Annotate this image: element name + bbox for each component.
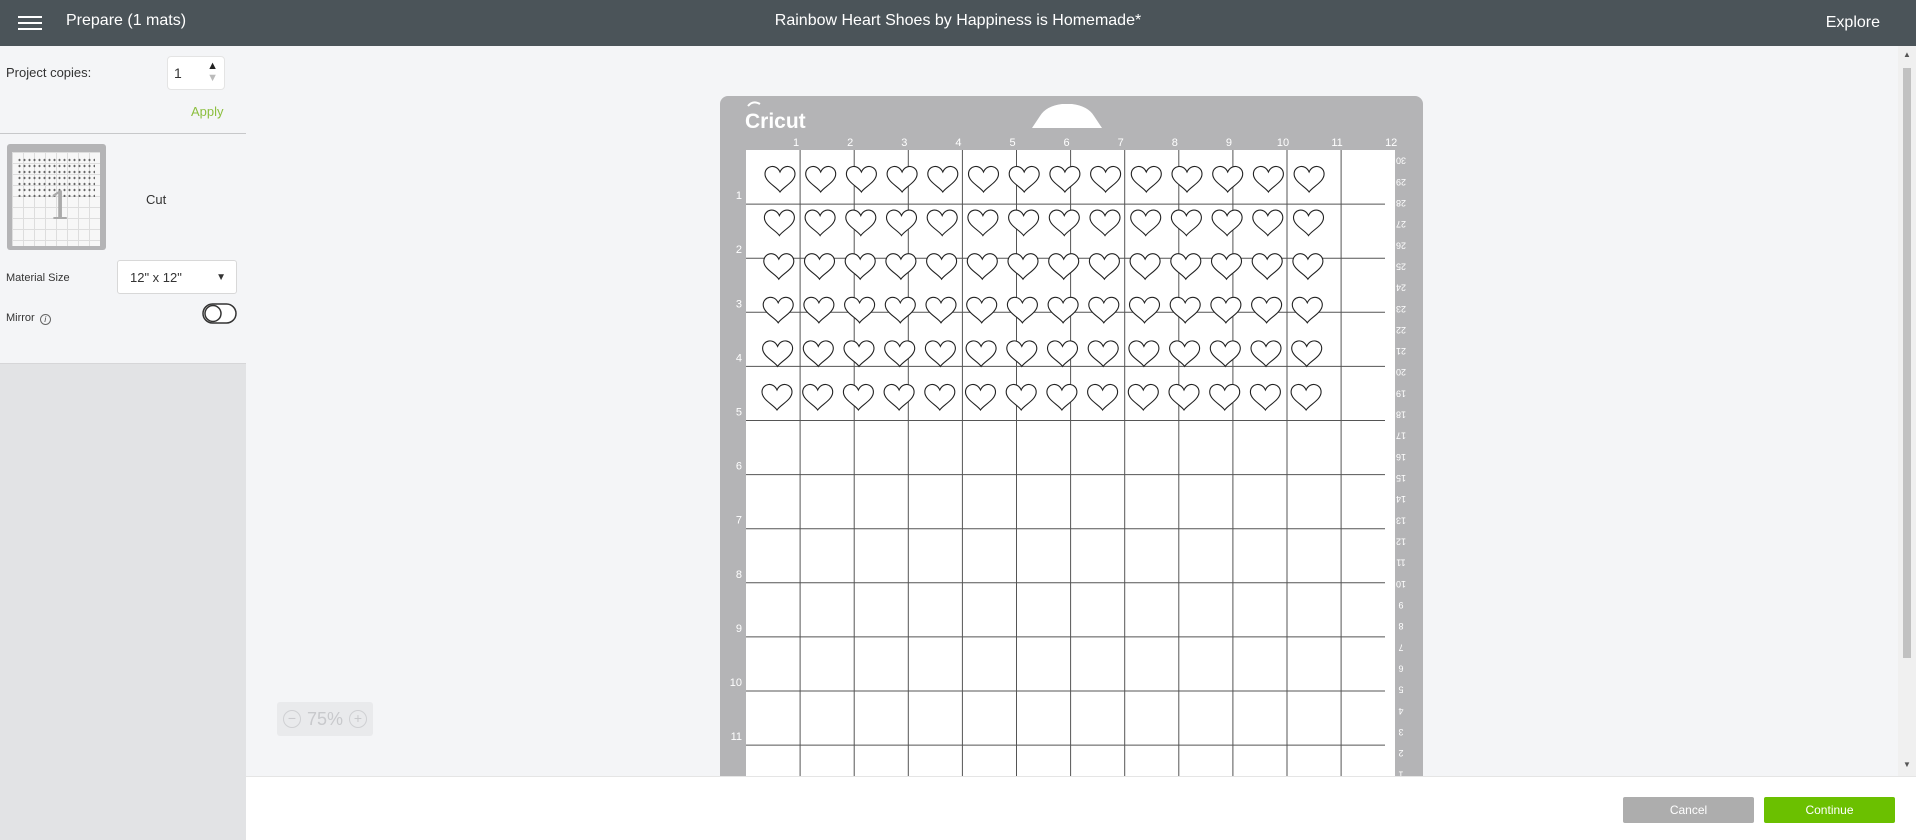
- vertical-scrollbar[interactable]: ▲ ▼: [1898, 46, 1916, 776]
- right-ruler-label: 21: [1396, 346, 1406, 356]
- chevron-down-icon: ▼: [216, 272, 226, 283]
- explore-link[interactable]: Explore: [1826, 14, 1880, 32]
- right-ruler-label: 15: [1396, 473, 1406, 483]
- left-ruler-label: 9: [736, 623, 742, 635]
- scroll-up-icon[interactable]: ▲: [1903, 50, 1911, 59]
- right-ruler-label: 23: [1396, 304, 1406, 314]
- right-ruler-label: 17: [1396, 431, 1406, 441]
- left-ruler-label: 1: [736, 190, 742, 202]
- left-ruler-label: 6: [736, 461, 742, 473]
- right-ruler-label: 2: [1398, 748, 1403, 758]
- right-ruler-label: 14: [1396, 494, 1406, 504]
- right-ruler-label: 18: [1396, 410, 1406, 420]
- copies-increment-icon[interactable]: ▲: [207, 60, 218, 72]
- material-size-label: Material Size: [6, 272, 70, 284]
- top-bar: Prepare (1 mats) Rainbow Heart Shoes by …: [0, 0, 1916, 46]
- right-ruler-label: 29: [1396, 177, 1406, 187]
- mat-thumbnail[interactable]: 1: [7, 144, 106, 250]
- top-ruler-label: 10: [1277, 137, 1289, 149]
- mat-canvas[interactable]: Cricut 1 2 3 4 5 6 7 8 9 10 11 12 1 2 3 4 5 6 7 8 9 10 11 30 2…: [246, 46, 1898, 776]
- mat-thumbnail-grid: 1: [12, 152, 100, 246]
- mirror-label-text: Mirror: [6, 312, 35, 324]
- apply-button[interactable]: Apply: [191, 104, 224, 119]
- right-ruler-label: 6: [1398, 663, 1403, 673]
- left-ruler-label: 5: [736, 407, 742, 419]
- zoom-in-icon[interactable]: +: [349, 710, 367, 728]
- top-ruler-label: 9: [1226, 137, 1232, 149]
- mat-cut-label: Cut: [146, 192, 167, 207]
- right-ruler-label: 28: [1396, 198, 1406, 208]
- top-ruler-label: 11: [1331, 137, 1342, 149]
- right-ruler-label: 5: [1398, 685, 1403, 695]
- right-ruler-label: 8: [1398, 621, 1403, 631]
- left-ruler-label: 3: [736, 298, 742, 310]
- project-copies-label: Project copies:: [6, 65, 92, 80]
- right-ruler-label: 24: [1396, 283, 1406, 293]
- zoom-level: 75%: [307, 709, 344, 729]
- top-ruler-label: 7: [1118, 137, 1124, 149]
- scrollbar-thumb[interactable]: [1903, 68, 1911, 658]
- mirror-toggle[interactable]: [202, 303, 237, 324]
- right-ruler-label: 19: [1396, 388, 1406, 398]
- left-sidebar: Project copies: 1 ▲ ▼ Apply 1 Cut Materi…: [0, 46, 246, 840]
- project-title: Rainbow Heart Shoes by Happiness is Home…: [774, 12, 1142, 29]
- right-ruler-label: 27: [1396, 219, 1406, 229]
- top-ruler-label: 1: [793, 137, 799, 149]
- right-ruler-label: 25: [1396, 261, 1406, 271]
- right-ruler-label: 12: [1396, 537, 1406, 547]
- project-copies-panel: Project copies: 1 ▲ ▼ Apply: [0, 46, 246, 134]
- mat-card: 1 Cut Material Size 12" x 12" ▼ Mirror i: [0, 134, 246, 364]
- left-ruler-label: 7: [736, 515, 742, 527]
- top-ruler-label: 6: [1064, 137, 1070, 149]
- prepare-title: Prepare (1 mats): [66, 12, 187, 29]
- right-ruler-label: 16: [1396, 452, 1406, 462]
- project-copies-input[interactable]: 1 ▲ ▼: [167, 56, 225, 90]
- top-ruler-label: 5: [1009, 137, 1015, 149]
- left-ruler-label: 4: [736, 352, 742, 364]
- top-ruler-label: 8: [1172, 137, 1178, 149]
- right-ruler-label: 9: [1398, 600, 1403, 610]
- right-ruler-label: 1: [1398, 769, 1403, 776]
- right-ruler-label: 4: [1398, 706, 1403, 716]
- top-ruler-label: 2: [847, 137, 853, 149]
- right-ruler-label: 11: [1396, 558, 1405, 568]
- copies-decrement-icon[interactable]: ▼: [207, 72, 218, 84]
- project-copies-value[interactable]: 1: [174, 65, 182, 81]
- mirror-label: Mirror i: [6, 312, 51, 325]
- mat-thumbnail-number: 1: [48, 184, 73, 228]
- right-ruler-label: 13: [1396, 515, 1406, 525]
- info-icon[interactable]: i: [39, 314, 51, 325]
- right-ruler-label: 26: [1396, 240, 1406, 250]
- cutting-mat[interactable]: Cricut 1 2 3 4 5 6 7 8 9 10 11 12 1234567891011 302…: [246, 46, 1898, 776]
- right-ruler-label: 3: [1398, 727, 1403, 737]
- top-ruler-label: 3: [901, 137, 907, 149]
- left-ruler-label: 2: [736, 244, 742, 256]
- hamburger-menu-icon[interactable]: [18, 13, 42, 33]
- right-ruler-label: 7: [1398, 642, 1403, 652]
- right-ruler-label: 10: [1396, 579, 1406, 589]
- material-size-select[interactable]: 12" x 12" ▼: [117, 260, 237, 294]
- right-ruler-label: 30: [1396, 156, 1406, 166]
- scroll-down-icon[interactable]: ▼: [1903, 760, 1911, 769]
- top-ruler-label: 4: [955, 137, 961, 149]
- zoom-control: − 75% +: [277, 702, 373, 736]
- top-ruler-label: 12: [1385, 137, 1397, 149]
- left-ruler-label: 11: [731, 731, 742, 743]
- continue-button[interactable]: Continue: [1764, 797, 1895, 823]
- left-ruler-label: 10: [730, 677, 742, 689]
- cricut-logo-text: Cricut: [745, 110, 806, 133]
- material-size-value: 12" x 12": [130, 270, 182, 285]
- left-ruler-label: 8: [736, 569, 742, 581]
- right-ruler-label: 22: [1396, 325, 1406, 335]
- right-ruler-label: 20: [1396, 367, 1406, 377]
- cancel-button[interactable]: Cancel: [1623, 797, 1754, 823]
- zoom-out-icon[interactable]: −: [283, 710, 301, 728]
